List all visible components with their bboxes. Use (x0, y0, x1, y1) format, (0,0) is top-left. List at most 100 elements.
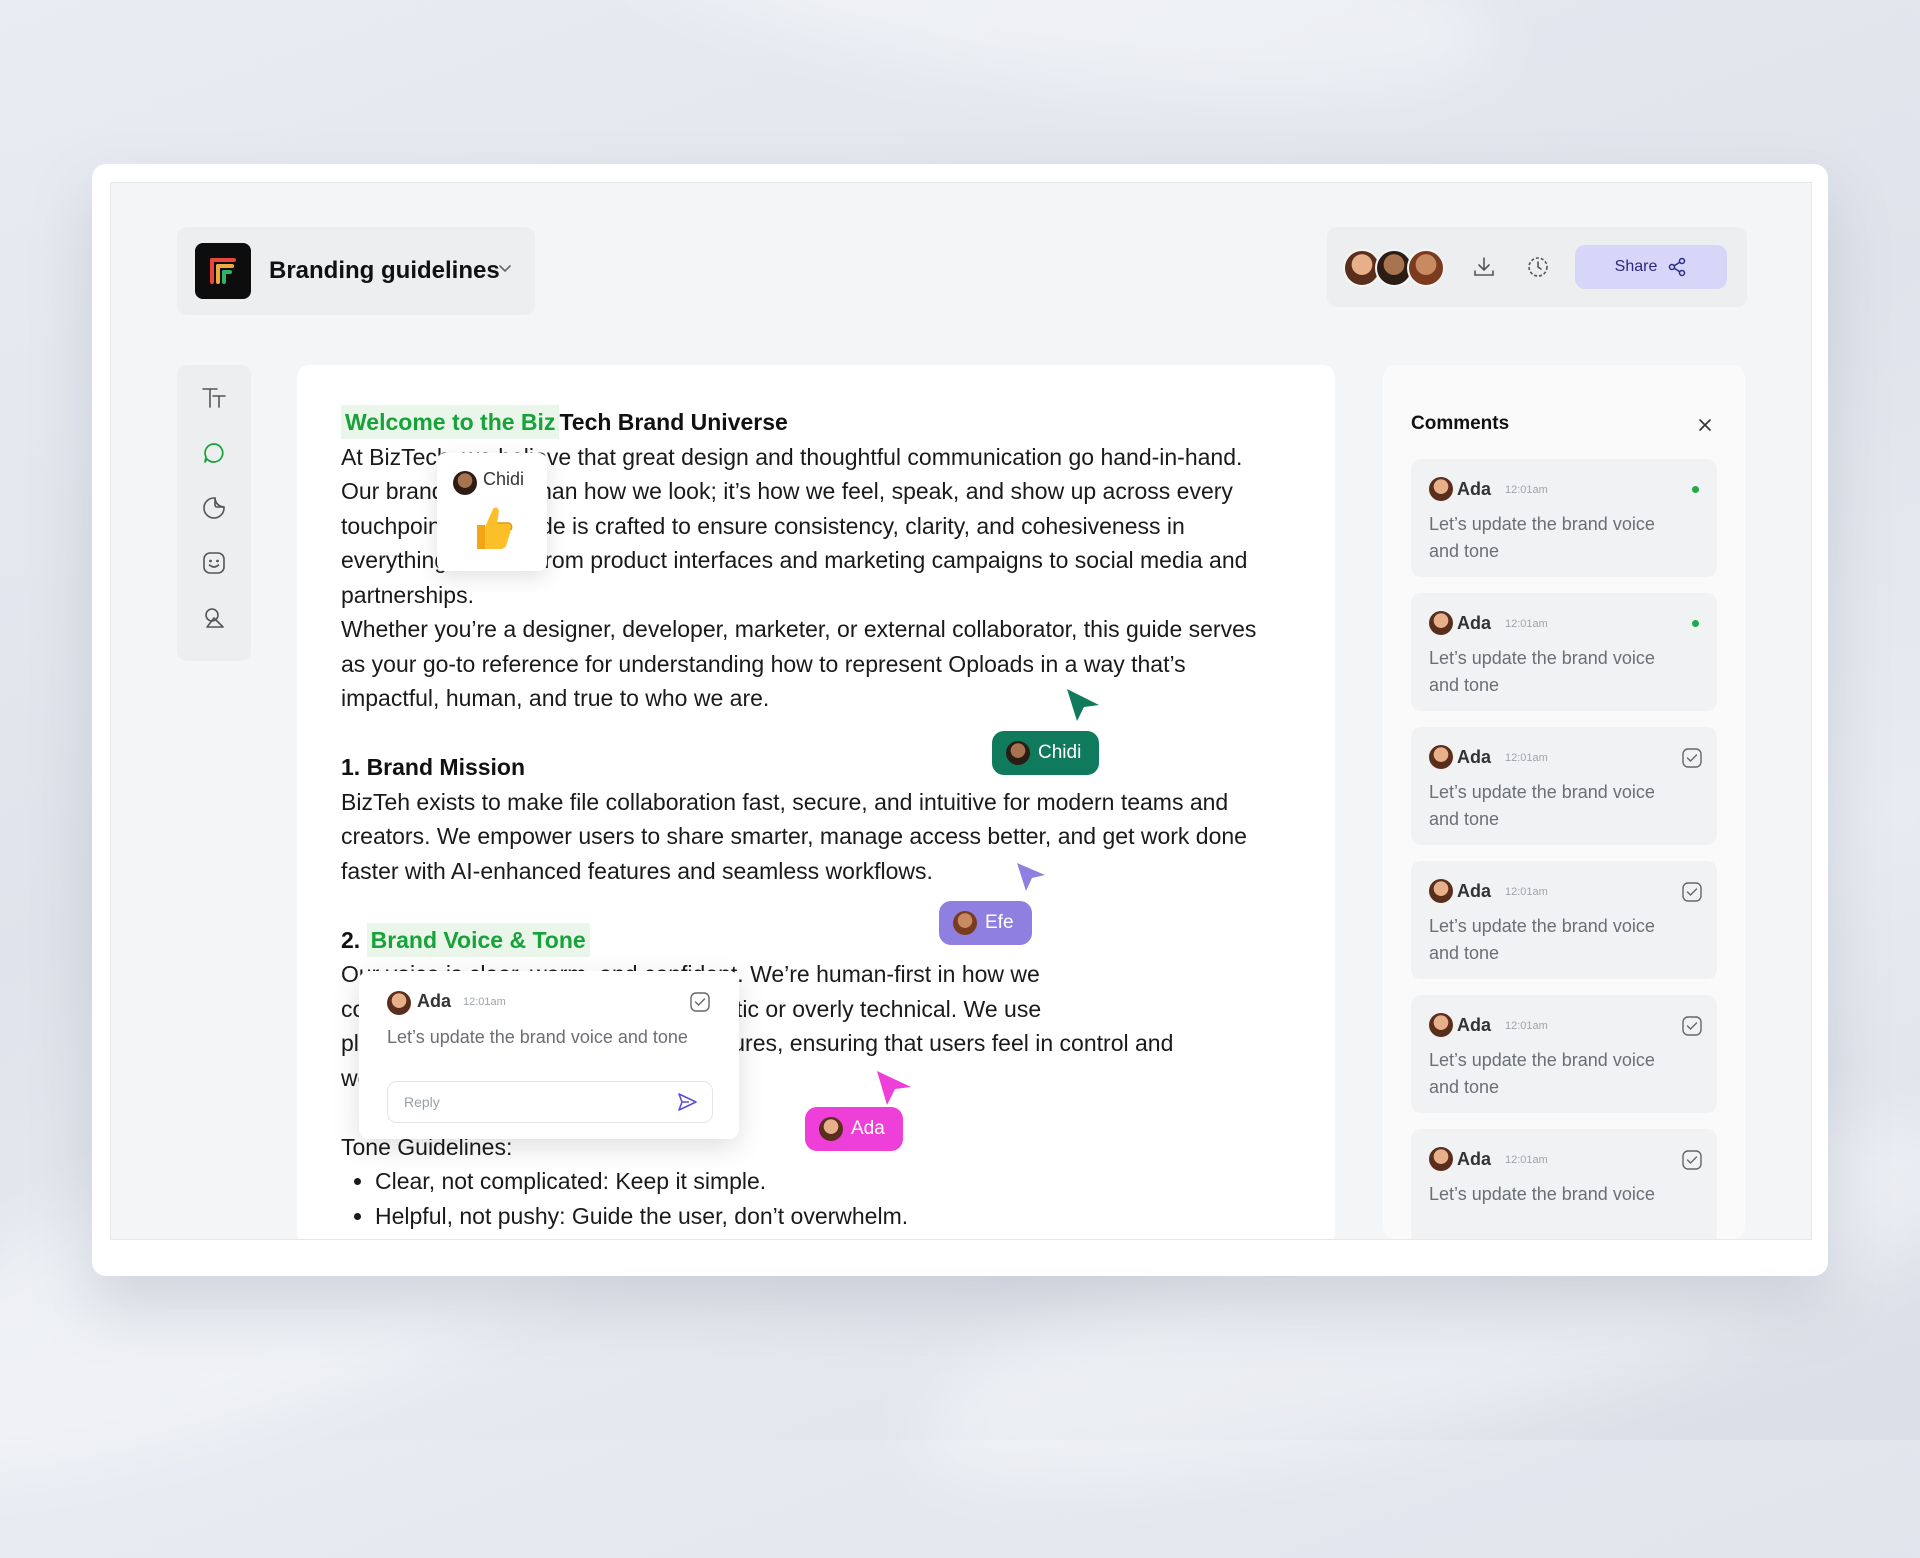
download-icon[interactable] (1471, 254, 1497, 280)
comment-author: Ada (1457, 881, 1492, 901)
history-icon[interactable] (1525, 254, 1551, 280)
comment-author: Ada (1457, 747, 1492, 767)
mission-line: faster with AI-enhanced features and sea… (341, 857, 933, 884)
unread-dot-icon (1692, 620, 1699, 627)
sticker-icon (203, 497, 225, 519)
avatar (1429, 1013, 1453, 1037)
chevron-down-icon (499, 265, 511, 273)
comment-time: 12:01am (1505, 1020, 1548, 1032)
avatar (453, 471, 477, 495)
comment-time: 12:01am (1505, 484, 1548, 496)
share-label: Share (1614, 258, 1658, 275)
resolve-check-icon[interactable] (689, 991, 711, 1013)
resolve-check-icon[interactable] (1681, 1015, 1703, 1037)
mission-line: creators. We empower users to share smar… (341, 823, 1247, 849)
resolve-check-icon[interactable] (1681, 747, 1703, 769)
comment-time: 12:01am (463, 996, 506, 1008)
tone-list: Clear, not complicated: Keep it simple. … (341, 1164, 1301, 1233)
avatar (1429, 477, 1453, 501)
comment-card[interactable]: Ada 12:01am Let’s update the brand voice (1411, 1129, 1717, 1239)
comment-icon (204, 443, 224, 463)
comment-time: 12:01am (1505, 618, 1548, 630)
comment-card[interactable]: Ada 12:01am Let’s update the brand voice… (1411, 727, 1717, 845)
shapes-tool[interactable] (197, 601, 231, 635)
comment-text: Let’s update the brand voice and tone (1429, 782, 1655, 829)
comment-time: 12:01am (1505, 886, 1548, 898)
app-logo (195, 243, 251, 299)
highlighted-text[interactable]: Welcome to the Biz (341, 405, 560, 439)
comments-panel: Comments Ada 12:01am Let’s update the br… (1383, 365, 1745, 1239)
comment-text: Let’s update the brand voice and tone (1429, 916, 1655, 963)
comment-author: Ada (1457, 613, 1492, 633)
collaborator-cursor-efe: Efe (939, 901, 1032, 945)
comment-time: 12:01am (1505, 1154, 1548, 1166)
cursor-pointer-icon (1017, 863, 1045, 891)
comment-text: Let’s update the brand voice and tone (1429, 1050, 1655, 1097)
text-icon (202, 388, 226, 408)
emoji-icon (203, 552, 225, 574)
shapes-icon (205, 608, 224, 628)
comment-author: Ada (417, 991, 452, 1011)
comment-tool[interactable] (197, 436, 231, 470)
comment-author: Ada (1457, 1015, 1492, 1035)
audience-line: impactful, human, and true to who we are… (341, 685, 770, 711)
collaborator-avatar-efe[interactable] (1407, 249, 1445, 287)
avatar (387, 991, 411, 1015)
audience-line: Whether you’re a designer, developer, ma… (341, 616, 1257, 642)
comment-time: 12:01am (1505, 752, 1548, 764)
app-window: Branding guidelines Share Welcome to the… (110, 182, 1812, 1240)
comment-text: Let’s update the brand voice and tone (1429, 648, 1655, 695)
cursor-label: Efe (985, 912, 1014, 933)
header-actions: Share (1327, 227, 1747, 307)
reply-input[interactable]: Reply (387, 1081, 713, 1123)
comment-text: Let’s update the brand voice and tone (387, 1027, 688, 1047)
list-item: Helpful, not pushy: Guide the user, don’… (375, 1199, 1301, 1234)
avatar (1429, 745, 1453, 769)
tool-sidebar (177, 365, 251, 661)
section-heading-mission: 1. Brand Mission (341, 754, 526, 780)
comment-card[interactable]: Ada 12:01am Let’s update the brand voice… (1411, 459, 1717, 577)
avatar (819, 1117, 843, 1141)
resolve-check-icon[interactable] (1681, 881, 1703, 903)
comments-title: Comments (1411, 413, 1510, 434)
comment-card[interactable]: Ada 12:01am Let’s update the brand voice… (1411, 861, 1717, 979)
document-title: Branding guidelines (269, 257, 500, 284)
cursor-pointer-icon (877, 1071, 911, 1105)
comment-author: Ada (1457, 479, 1492, 499)
mission-line: BizTeh exists to make file collaboration… (341, 788, 1229, 815)
highlighted-text[interactable]: Brand Voice & Tone (366, 922, 590, 957)
text-tool[interactable] (197, 381, 231, 415)
section-heading-voice: 2. Brand Voice & Tone (341, 922, 1301, 958)
avatar (1429, 1147, 1453, 1171)
comment-card[interactable]: Ada 12:01am Let’s update the brand voice… (1411, 593, 1717, 711)
inline-comment-popover[interactable]: Ada 12:01am Let’s update the brand voice… (359, 971, 739, 1139)
reaction-user: Chidi (483, 469, 525, 489)
cursor-label: Chidi (1038, 742, 1082, 763)
document-switcher[interactable]: Branding guidelines (177, 227, 535, 315)
comment-card[interactable]: Ada 12:01am Let’s update the brand voice… (1411, 995, 1717, 1113)
unread-dot-icon (1692, 486, 1699, 493)
list-item: Clear, not complicated: Keep it simple. (375, 1164, 1301, 1199)
collaborator-cursor-chidi: Chidi (992, 731, 1100, 775)
reaction-popover[interactable]: Chidi (437, 453, 547, 571)
audience-line: as your go-to reference for understandin… (341, 650, 1186, 677)
comment-author: Ada (1457, 1149, 1492, 1169)
welcome-heading: Welcome to the Biz Tech Brand Universe (341, 405, 1301, 440)
comment-text: Let’s update the brand voice and tone (1429, 514, 1655, 561)
comment-text: Let’s update the brand voice (1429, 1184, 1655, 1204)
emoji-tool[interactable] (197, 546, 231, 580)
resolve-check-icon[interactable] (1681, 1149, 1703, 1171)
thumbs-up-icon (477, 507, 513, 549)
sticker-tool[interactable] (197, 491, 231, 525)
send-icon[interactable] (676, 1091, 698, 1113)
close-icon[interactable] (1697, 417, 1713, 433)
collaborator-cursor-ada: Ada (805, 1107, 903, 1151)
avatar (1006, 741, 1030, 765)
reply-placeholder: Reply (404, 1094, 440, 1110)
intro-line: partnerships. (341, 581, 474, 608)
avatar (1429, 879, 1453, 903)
avatar (953, 911, 977, 935)
cursor-pointer-icon (1067, 689, 1099, 721)
avatar (1429, 611, 1453, 635)
share-button[interactable]: Share (1575, 245, 1727, 289)
